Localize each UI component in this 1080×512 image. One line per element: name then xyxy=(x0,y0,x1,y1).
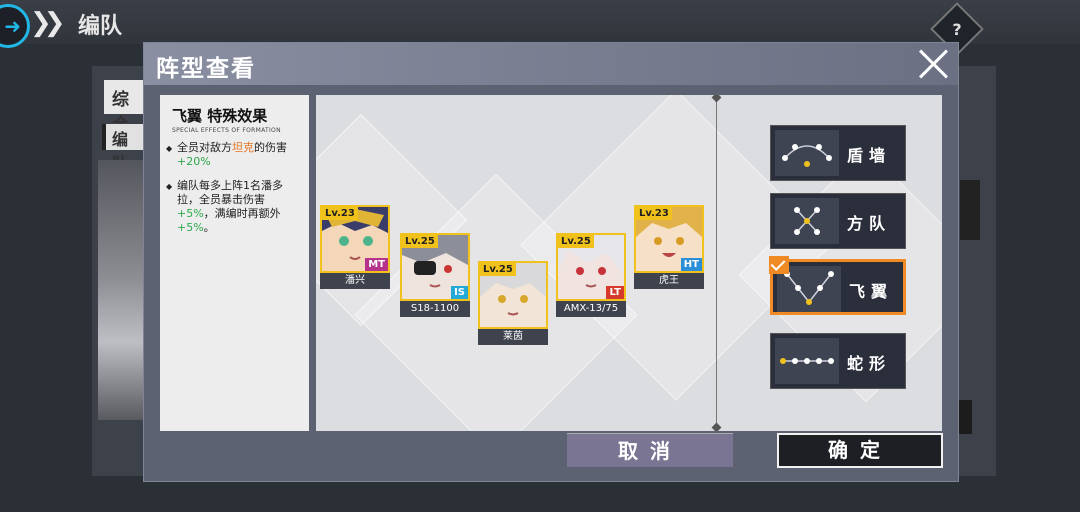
unit-card[interactable]: Lv.23 MT 潘兴 xyxy=(320,205,390,289)
unit-name: 潘兴 xyxy=(320,273,390,289)
unit-card[interactable]: Lv.25 IS S18-1100 xyxy=(400,233,470,317)
dialog-title: 阵型查看 xyxy=(156,56,256,82)
confirm-button[interactable]: 确定 xyxy=(777,433,943,468)
unit-card[interactable]: Lv.23 HT 虎王 xyxy=(634,205,704,289)
page-title: 编队 xyxy=(78,14,123,39)
effect-subtitle: SPECIAL EFFECTS OF FORMATION xyxy=(172,127,281,134)
unit-name: S18-1100 xyxy=(400,301,470,317)
close-icon[interactable] xyxy=(916,47,950,81)
checkmark-icon xyxy=(769,256,789,274)
effect-panel: 飞翼 特殊效果 SPECIAL EFFECTS OF FORMATION ◆ 全… xyxy=(160,95,309,431)
effect-bullet: ◆ 编队每多上阵1名潘多拉，全员暴击伤害 +5%，满编时再额外 +5%。 xyxy=(166,179,283,234)
unit-card[interactable]: Lv.25 LT AMX-13/75 xyxy=(556,233,626,317)
background-tab-team: 编队 xyxy=(102,124,148,173)
effect-title: 飞翼 特殊效果 xyxy=(172,107,268,125)
unit-level: Lv.23 xyxy=(636,207,672,220)
unit-role-badge: HT xyxy=(680,258,702,271)
unit-role-badge: MT xyxy=(365,258,388,271)
square-formation-icon xyxy=(775,198,839,244)
unit-role-badge: LT xyxy=(606,286,624,299)
unit-level: Lv.25 xyxy=(480,263,516,276)
divider-dot-icon xyxy=(711,422,722,431)
formation-button-shield-wall[interactable]: 盾墙 xyxy=(770,125,906,181)
help-icon: ? xyxy=(952,19,962,39)
unit-name: AMX-13/75 xyxy=(556,301,626,317)
line-formation-icon xyxy=(775,338,839,384)
formation-dialog: 阵型查看 飞翼 特殊效果 SPECIAL EFFECTS OF FORMATIO… xyxy=(143,42,959,482)
top-bar xyxy=(0,0,1080,44)
unit-portrait: Lv.25 xyxy=(478,261,548,329)
unit-card[interactable]: Lv.25 莱茵 xyxy=(478,261,548,345)
formation-label: 飞翼 xyxy=(849,282,894,301)
unit-role-badge: IS xyxy=(451,286,468,299)
chevron-icon: ❯❯ xyxy=(30,8,65,38)
unit-level: Lv.25 xyxy=(558,235,594,248)
formation-label: 方队 xyxy=(847,214,892,233)
unit-name: 莱茵 xyxy=(478,329,548,345)
background-character xyxy=(98,160,146,420)
divider-dot-icon xyxy=(711,95,722,103)
unit-name: 虎王 xyxy=(634,273,704,289)
diamond-bullet-icon: ◆ xyxy=(166,144,173,153)
cancel-button[interactable]: 取消 xyxy=(567,433,733,467)
arc-formation-icon xyxy=(775,130,839,176)
effect-bullet: ◆ 全员对敌方坦克的伤害 +20% xyxy=(166,141,287,168)
unit-portrait: Lv.25 IS xyxy=(400,233,470,301)
formation-button-snake[interactable]: 蛇形 xyxy=(770,333,906,389)
unit-level: Lv.25 xyxy=(402,235,438,248)
background-decoration xyxy=(960,180,980,240)
formation-button-square[interactable]: 方队 xyxy=(770,193,906,249)
divider xyxy=(716,95,717,431)
unit-level: Lv.23 xyxy=(322,207,358,220)
unit-portrait: Lv.23 MT xyxy=(320,205,390,273)
formation-label: 蛇形 xyxy=(847,354,892,373)
dialog-header: 阵型查看 xyxy=(144,43,958,85)
formation-button-wing[interactable]: 飞翼 xyxy=(769,256,906,315)
unit-portrait: Lv.25 LT xyxy=(556,233,626,301)
diamond-bullet-icon: ◆ xyxy=(166,182,173,191)
unit-portrait: Lv.23 HT xyxy=(634,205,704,273)
formation-label: 盾墙 xyxy=(847,146,892,165)
